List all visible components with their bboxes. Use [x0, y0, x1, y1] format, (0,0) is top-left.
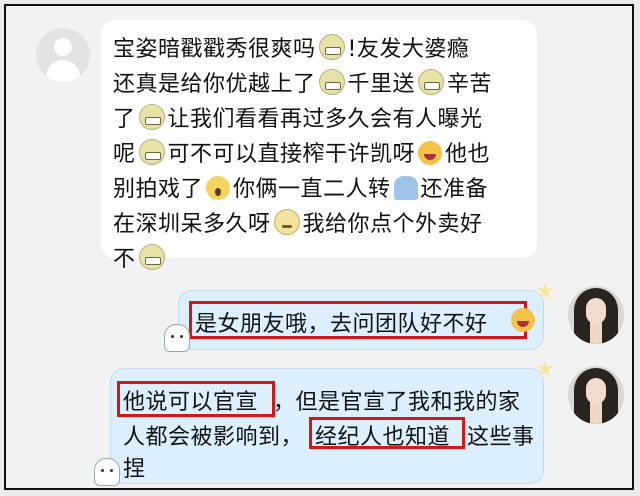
avatar-face [586, 378, 606, 404]
default-avatar-body-icon [46, 60, 80, 82]
message-line: 了 让我们看看再过多久会有人曝光 [113, 102, 527, 137]
message-text: 可不可以直接榨干许凯呀 [167, 142, 416, 167]
message-line: 别拍戏了 你俩一直二人转 还准备 [113, 172, 527, 207]
reply-2-line2-start: 人都会被影响到， [123, 425, 304, 450]
outgoing-message-bubble-1[interactable]: 是女朋友哦，去问团队好不好 [178, 290, 544, 350]
message-line: 还真是给你优越上了 千里送 辛苦 [113, 67, 527, 102]
worried-emoji-icon [273, 209, 300, 235]
message-text: 呢 [113, 142, 136, 167]
reply-2-line2-end: 这些事 [467, 425, 535, 450]
reply-2-line1-rest: ，但是官宣了我和我的家 [273, 390, 521, 415]
grimace-emoji-icon [138, 104, 165, 130]
message-text: 你俩一直二人转 [233, 177, 391, 202]
incoming-message-bubble[interactable]: 宝姿暗戳戳秀很爽吗 !友发大婆瘾还真是给你优越上了 千里送 辛苦了 让我们看看再过多久会… [101, 20, 537, 272]
chat-screenshot-frame: 宝姿暗戳戳秀很爽吗 !友发大婆瘾还真是给你优越上了 千里送 辛苦了 让我们看看再过多久会… [4, 4, 634, 490]
message-text: !友发大婆瘾 [347, 37, 470, 62]
reply-2-line1-highlight: 他说可以官宣 [123, 390, 259, 415]
message-text: 他也 [445, 142, 491, 167]
message-text: 了 [113, 107, 136, 132]
default-avatar-head-icon [54, 38, 72, 56]
person-emoji-icon [393, 176, 418, 200]
grimace-emoji-icon [138, 244, 165, 270]
grimace-emoji-icon [318, 69, 345, 95]
message-text: 千里送 [347, 72, 416, 97]
message-line: 不 [113, 242, 527, 277]
message-line: 呢 可不可以直接榨干许凯呀 他也 [113, 137, 527, 172]
message-text: 让我们看看再过多久会有人曝光 [167, 107, 483, 132]
laughing-emoji-icon [418, 141, 443, 165]
message-line: 在深圳呆多久呀 我给你点个外卖好 [113, 207, 527, 242]
message-text: 不 [113, 247, 136, 272]
avatar-neck [590, 402, 602, 424]
message-text: 我给你点个外卖好 [302, 212, 483, 237]
grimace-emoji-icon [318, 34, 345, 60]
scream-emoji-icon [206, 176, 231, 200]
receiver-avatar-1[interactable] [568, 286, 624, 344]
message-text: 别拍戏了 [113, 177, 204, 202]
grimace-emoji-icon [138, 139, 165, 165]
receiver-avatar-2[interactable] [568, 366, 624, 424]
message-line: 宝姿暗戳戳秀很爽吗 !友发大婆瘾 [113, 32, 527, 67]
avatar-face [586, 298, 606, 324]
sender-avatar[interactable] [36, 28, 90, 82]
message-text: 在深圳呆多久呀 [113, 212, 271, 237]
reply-2-line2-highlight: 经纪人也知道 [315, 425, 451, 450]
smile-emoji-icon [511, 308, 535, 332]
message-text: 辛苦 [447, 72, 493, 97]
outgoing-message-bubble-2[interactable]: 他说可以官宣 ，但是官宣了我和我的家 人都会被影响到， 经纪人也知道 这些事 捏 [110, 368, 544, 484]
bubble-sticker-icon [164, 324, 190, 352]
bubble-sticker-icon [94, 458, 120, 486]
reply-2-line3: 捏 [123, 457, 146, 482]
grimace-emoji-icon [418, 69, 445, 95]
message-text: 还准备 [420, 177, 489, 202]
message-text: 还真是给你优越上了 [113, 72, 316, 97]
reply-1-text: 是女朋友哦，去问团队好不好 [195, 312, 488, 337]
avatar-neck [590, 322, 602, 344]
message-text: 宝姿暗戳戳秀很爽吗 [113, 37, 316, 62]
